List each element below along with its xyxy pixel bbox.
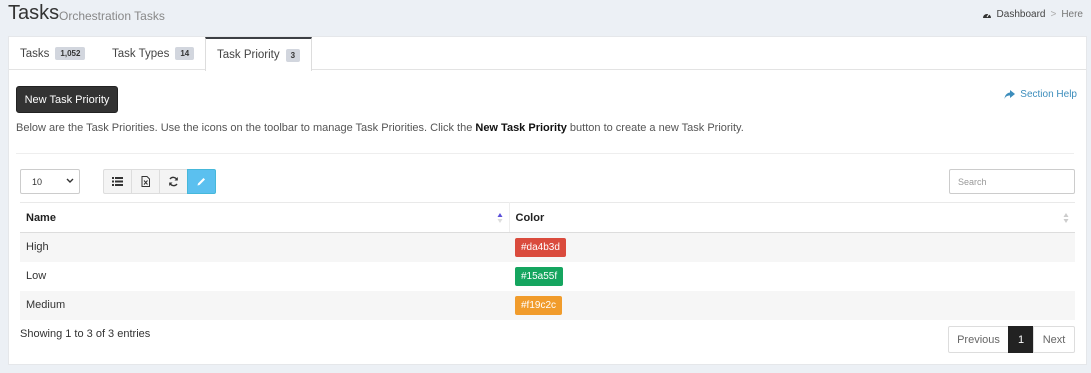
table-row[interactable]: Low #15a55f — [20, 262, 1075, 291]
section-help-link[interactable]: Section Help — [1004, 89, 1077, 100]
content-panel: Tasks 1,052 Task Types 14 Task Priority … — [8, 36, 1087, 365]
refresh-icon — [169, 176, 178, 187]
list-view-button[interactable] — [103, 169, 132, 194]
color-badge: #15a55f — [515, 266, 564, 286]
tab-bar: Tasks 1,052 Task Types 14 Task Priority … — [9, 37, 1086, 71]
column-header-name[interactable]: Name — [20, 202, 510, 233]
tab-tasks[interactable]: Tasks 1,052 — [9, 37, 96, 70]
excel-icon — [141, 176, 150, 187]
page-length-select[interactable]: 10 — [20, 169, 80, 194]
name-cell: High — [20, 232, 509, 262]
refresh-button[interactable] — [159, 169, 188, 194]
column-header-label: Name — [26, 211, 56, 224]
tab-label: Task Types — [112, 47, 170, 60]
description-text: Below are the Task Priorities. Use the i… — [16, 122, 476, 134]
color-badge: #da4b3d — [515, 237, 566, 257]
page-subtitle: Orchestration Tasks — [59, 9, 165, 23]
task-priority-table: Name Color High #da4b3d Low #15a55f Medi… — [20, 202, 1075, 320]
chevron-down-icon — [66, 178, 74, 183]
column-header-color[interactable]: Color — [509, 202, 1075, 233]
page-length-value: 10 — [32, 176, 43, 187]
description-text-end: button to create a new Task Priority. — [566, 122, 744, 134]
breadcrumb-separator: > — [1050, 9, 1057, 20]
dashboard-icon — [982, 13, 991, 18]
table-row[interactable]: High #da4b3d — [20, 232, 1075, 262]
count-badge: 1,052 — [55, 47, 86, 60]
count-badge: 3 — [285, 48, 301, 62]
pagination: Previous 1 Next — [948, 326, 1075, 353]
new-task-priority-button[interactable]: New Task Priority — [16, 86, 118, 113]
next-page-button[interactable]: Next — [1033, 326, 1075, 353]
color-cell: #15a55f — [509, 262, 1075, 291]
export-excel-button[interactable] — [131, 169, 160, 194]
sort-icon — [1063, 213, 1069, 223]
share-arrow-icon — [1004, 89, 1016, 99]
section-help-label: Section Help — [1020, 89, 1077, 100]
table-header-row: Name Color — [20, 202, 1075, 233]
page-title: Tasks — [8, 2, 60, 24]
tab-label: Tasks — [20, 47, 50, 60]
edit-icon — [197, 178, 205, 186]
sort-ascending-icon — [497, 213, 502, 223]
tab-task-types[interactable]: Task Types 14 — [101, 37, 205, 70]
tab-label: Task Priority — [217, 49, 280, 61]
color-cell: #f19c2c — [509, 290, 1075, 320]
search-input[interactable] — [949, 169, 1075, 194]
color-cell: #da4b3d — [509, 232, 1075, 262]
name-cell: Medium — [20, 290, 509, 320]
table-row[interactable]: Medium #f19c2c — [20, 290, 1075, 320]
breadcrumb-dashboard-link[interactable]: Dashboard — [997, 9, 1046, 20]
list-icon — [112, 177, 123, 186]
page-header: Tasks Orchestration Tasks Dashboard > He… — [0, 0, 1091, 34]
column-header-label: Color — [515, 211, 545, 224]
name-cell: Low — [26, 270, 47, 282]
count-badge: 14 — [175, 47, 195, 60]
edit-button[interactable] — [187, 169, 216, 194]
page-description: Below are the Task Priorities. Use the i… — [16, 122, 744, 134]
color-badge: #f19c2c — [515, 295, 563, 315]
table-info: Showing 1 to 3 of 3 entries — [20, 328, 151, 340]
previous-page-button[interactable]: Previous — [948, 326, 1009, 353]
description-bold: New Task Priority — [475, 122, 567, 134]
breadcrumb: Dashboard > Here — [982, 9, 1083, 20]
divider — [16, 153, 1074, 154]
tab-task-priority[interactable]: Task Priority 3 — [205, 37, 313, 71]
page-1-button[interactable]: 1 — [1008, 326, 1034, 353]
table-toolbar — [103, 169, 216, 194]
breadcrumb-current: Here — [1061, 9, 1083, 20]
